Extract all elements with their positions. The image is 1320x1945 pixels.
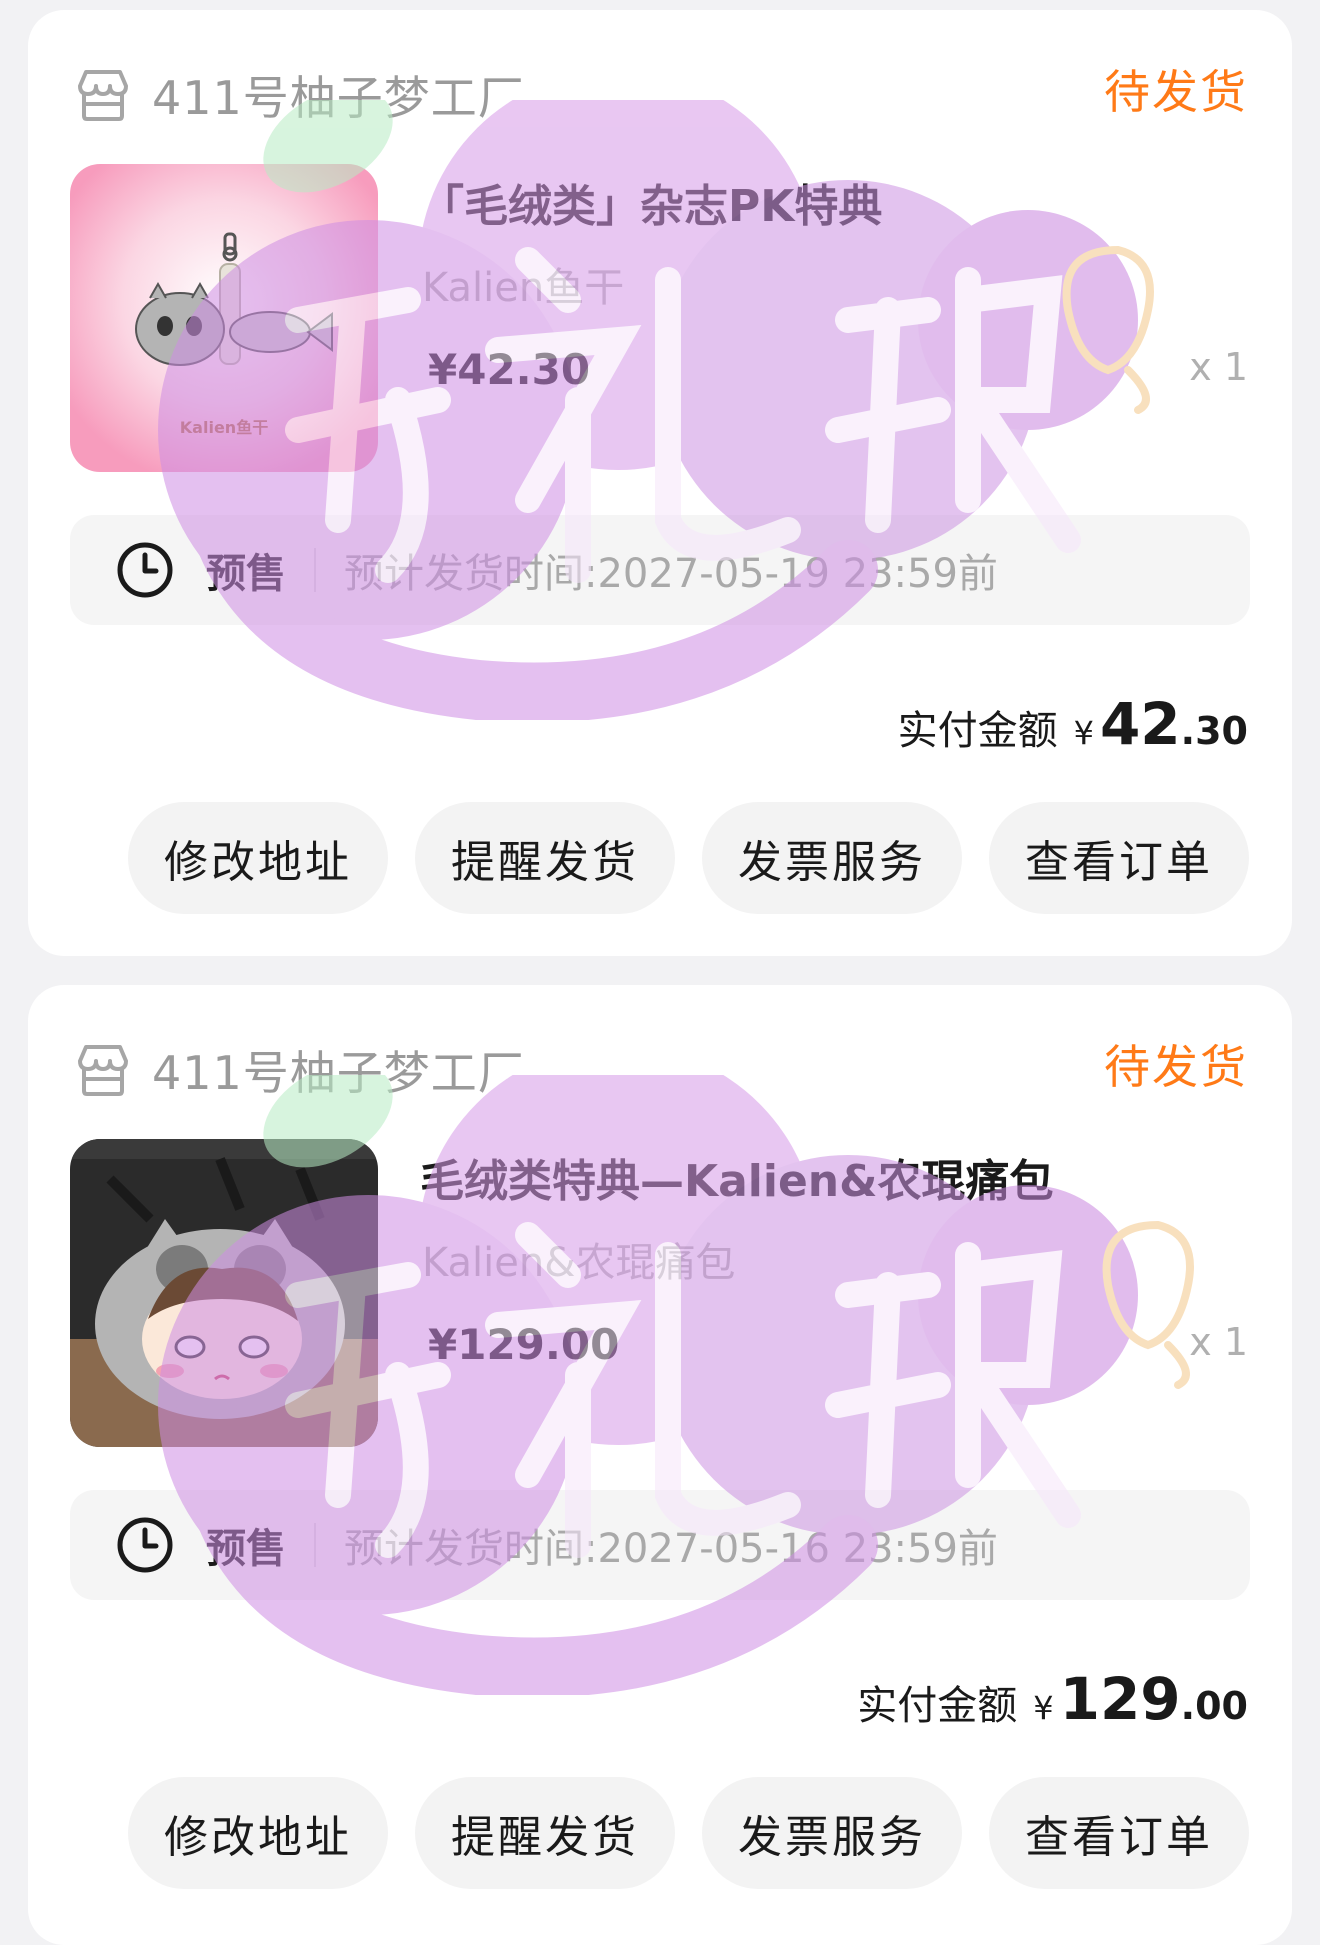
order-card[interactable]: 411号柚子梦工厂 待发货 毛绒类特典—Kalien&农琨痛包 Kalien&农… — [28, 985, 1292, 1945]
action-buttons: 修改地址 提醒发货 发票服务 查看订单 — [128, 802, 1249, 914]
presale-banner: 预售 预计发货时间:2027-05-16 23:59前 — [70, 1490, 1250, 1600]
clock-icon — [117, 542, 173, 598]
amount-paid-label: 实付金额 — [857, 1683, 1018, 1729]
amount-paid-label: 实付金额 — [897, 708, 1058, 754]
remind-shipment-button[interactable]: 提醒发货 — [415, 802, 675, 914]
amount-integer: 129 — [1059, 1665, 1181, 1733]
product-price: ¥42.30 — [428, 345, 591, 394]
product-image[interactable] — [70, 1139, 378, 1447]
product-title[interactable]: 「毛绒类」杂志PK特典 — [420, 170, 882, 234]
order-card[interactable]: 411号柚子梦工厂 待发货 Kalien鱼干 「毛绒类」杂志PK特典 Kalie… — [28, 10, 1292, 956]
product-title[interactable]: 毛绒类特典—Kalien&农琨痛包 — [420, 1145, 1054, 1209]
product-image[interactable]: Kalien鱼干 — [70, 164, 378, 472]
product-price: ¥129.00 — [428, 1320, 620, 1369]
divider — [314, 1523, 316, 1567]
order-status: 待发货 — [1104, 65, 1248, 119]
shop-name: 411号柚子梦工厂 — [152, 1046, 525, 1100]
store-icon — [78, 70, 128, 121]
invoice-service-button[interactable]: 发票服务 — [702, 1777, 962, 1889]
amount-decimal: .00 — [1180, 1684, 1248, 1728]
clock-icon — [117, 1517, 173, 1573]
currency-symbol: ¥ — [1073, 714, 1094, 752]
currency-symbol: ¥ — [1033, 1689, 1054, 1727]
presale-label: 预售 — [206, 1526, 286, 1572]
shop-header[interactable]: 411号柚子梦工厂 — [72, 1035, 525, 1105]
product-quantity: x 1 — [1189, 345, 1248, 389]
estimated-ship-time: 预计发货时间:2027-05-19 23:59前 — [344, 551, 998, 597]
amount-decimal: .30 — [1180, 709, 1248, 753]
remind-shipment-button[interactable]: 提醒发货 — [415, 1777, 675, 1889]
amount-paid: 实付金额 ¥ 42 .30 — [898, 690, 1248, 758]
presale-label: 预售 — [206, 551, 286, 597]
shop-header[interactable]: 411号柚子梦工厂 — [72, 60, 525, 130]
invoice-service-button[interactable]: 发票服务 — [702, 802, 962, 914]
product-quantity: x 1 — [1189, 1320, 1248, 1364]
order-status: 待发货 — [1104, 1040, 1248, 1094]
amount-paid: 实付金额 ¥ 129 .00 — [857, 1665, 1248, 1733]
modify-address-button[interactable]: 修改地址 — [128, 802, 388, 914]
product-spec: Kalien鱼干 — [422, 265, 625, 311]
divider — [314, 548, 316, 592]
amount-integer: 42 — [1099, 690, 1181, 758]
view-order-button[interactable]: 查看订单 — [989, 802, 1249, 914]
modify-address-button[interactable]: 修改地址 — [128, 1777, 388, 1889]
store-icon — [78, 1045, 128, 1096]
estimated-ship-time: 预计发货时间:2027-05-16 23:59前 — [344, 1526, 998, 1572]
presale-banner: 预售 预计发货时间:2027-05-19 23:59前 — [70, 515, 1250, 625]
view-order-button[interactable]: 查看订单 — [989, 1777, 1249, 1889]
action-buttons: 修改地址 提醒发货 发票服务 查看订单 — [128, 1777, 1249, 1889]
product-spec: Kalien&农琨痛包 — [422, 1240, 736, 1286]
shop-name: 411号柚子梦工厂 — [152, 71, 525, 125]
thumb-caption: Kalien鱼干 — [179, 418, 269, 437]
